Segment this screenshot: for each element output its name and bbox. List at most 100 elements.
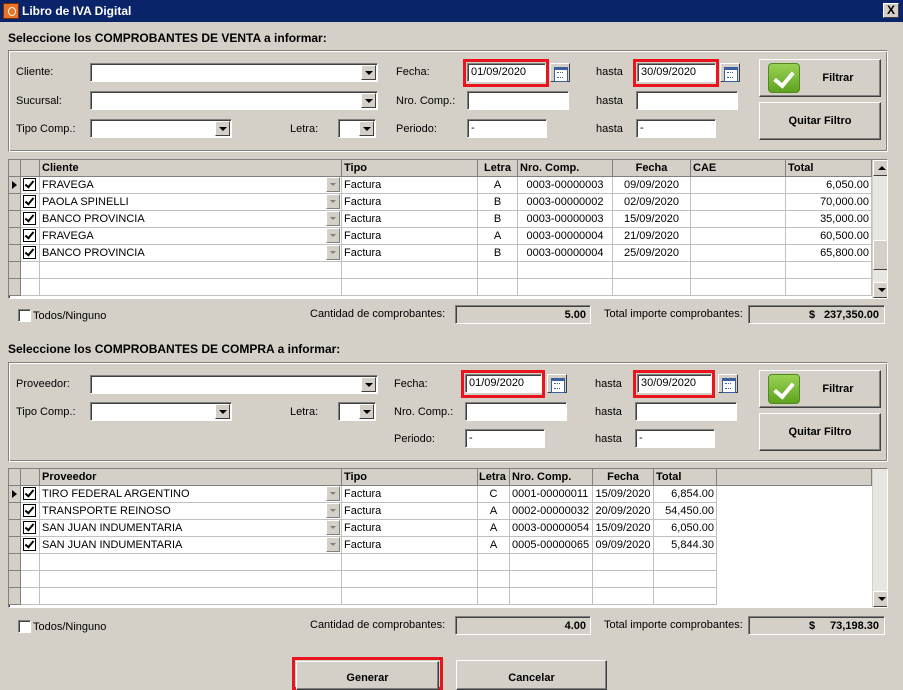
cell-cae[interactable] (691, 228, 786, 245)
row-checkbox[interactable] (23, 212, 36, 225)
chevron-down-icon[interactable] (326, 194, 340, 209)
cell-proveedor[interactable]: SAN JUAN INDUMENTARIA (40, 520, 342, 537)
cell-nro-comp[interactable]: 0003-00000004 (518, 228, 613, 245)
cell-tipo[interactable]: Factura (342, 228, 478, 245)
periodo-to-input[interactable]: - (636, 119, 716, 138)
cell-total[interactable] (654, 571, 717, 588)
calendar-icon[interactable] (547, 374, 567, 393)
row-checkbox[interactable] (23, 521, 36, 534)
compra-todos-label[interactable]: Todos/Ninguno (33, 621, 106, 633)
col-header-tipo[interactable]: Tipo (342, 469, 478, 486)
chevron-down-icon[interactable] (326, 503, 340, 518)
chevron-down-icon[interactable] (326, 486, 340, 501)
cell-letra[interactable] (478, 279, 518, 296)
compra-tipo-comp-combo[interactable] (90, 402, 232, 421)
check-cell[interactable] (21, 503, 40, 520)
col-header-fecha[interactable]: Fecha (613, 160, 691, 177)
calendar-icon[interactable] (550, 63, 570, 82)
cell-letra[interactable] (478, 571, 510, 588)
col-header-tipo[interactable]: Tipo (342, 160, 478, 177)
compra-quitar-filtro-button[interactable]: Quitar Filtro (759, 413, 881, 451)
chevron-down-icon[interactable] (359, 121, 374, 136)
calendar-icon[interactable] (718, 374, 738, 393)
cell-cliente[interactable]: PAOLA SPINELLI (40, 194, 342, 211)
cell-letra[interactable] (478, 262, 518, 279)
compra-periodo-from-input[interactable]: - (465, 429, 545, 448)
chevron-down-icon[interactable] (326, 245, 340, 260)
col-header-nro-comp[interactable]: Nro. Comp. (510, 469, 593, 486)
cell-nro-comp[interactable]: 0003-00000003 (518, 177, 613, 194)
cell-tipo[interactable]: Factura (342, 503, 478, 520)
cell-total[interactable]: 35,000.00 (786, 211, 872, 228)
cell-letra[interactable] (478, 554, 510, 571)
cell-total[interactable] (654, 554, 717, 571)
cell-fecha[interactable] (613, 279, 691, 296)
cell-tipo[interactable]: Factura (342, 194, 478, 211)
cell-cliente[interactable]: BANCO PROVINCIA (40, 211, 342, 228)
cell-nro-comp[interactable]: 0005-00000065 (510, 537, 593, 554)
cell-cae[interactable] (691, 279, 786, 296)
nro-comp-from-input[interactable] (467, 91, 569, 110)
cell-cliente[interactable] (40, 279, 342, 296)
cell-proveedor[interactable] (40, 588, 342, 605)
cell-fecha[interactable]: 09/09/2020 (593, 537, 654, 554)
cell-fecha[interactable] (593, 588, 654, 605)
check-cell[interactable] (21, 554, 40, 571)
cell-fecha[interactable] (593, 554, 654, 571)
cell-fecha[interactable]: 21/09/2020 (613, 228, 691, 245)
cell-cliente[interactable]: BANCO PROVINCIA (40, 245, 342, 262)
quitar-filtro-button[interactable]: Quitar Filtro (759, 102, 881, 140)
cell-fecha[interactable]: 15/09/2020 (593, 486, 654, 503)
col-header-letra[interactable]: Letra (478, 469, 510, 486)
cell-tipo[interactable] (342, 279, 478, 296)
check-cell[interactable] (21, 228, 40, 245)
cell-cae[interactable] (691, 194, 786, 211)
cancelar-button[interactable]: Cancelar (456, 660, 607, 690)
cell-total[interactable]: 6,050.00 (654, 520, 717, 537)
col-header-cliente[interactable]: Cliente (40, 160, 342, 177)
cell-fecha[interactable] (613, 262, 691, 279)
cell-total[interactable]: 6,050.00 (786, 177, 872, 194)
chevron-down-icon[interactable] (326, 211, 340, 226)
cell-nro-comp[interactable]: 0002-00000032 (510, 503, 593, 520)
col-header-letra[interactable]: Letra (478, 160, 518, 177)
cliente-combo[interactable] (90, 63, 378, 82)
cell-nro-comp[interactable] (518, 279, 613, 296)
cell-nro-comp[interactable] (510, 588, 593, 605)
cell-tipo[interactable]: Factura (342, 245, 478, 262)
compra-fecha-to-input[interactable]: 30/09/2020 (637, 374, 712, 393)
venta-grid[interactable]: Cliente Tipo Letra Nro. Comp. Fecha CAE … (8, 159, 888, 299)
cell-nro-comp[interactable]: 0003-00000002 (518, 194, 613, 211)
chevron-down-icon[interactable] (361, 93, 376, 108)
calendar-icon[interactable] (720, 63, 740, 82)
chevron-down-icon[interactable] (215, 121, 230, 136)
sucursal-combo[interactable] (90, 91, 378, 110)
cell-total[interactable] (786, 262, 872, 279)
cell-proveedor[interactable] (40, 554, 342, 571)
row-checkbox[interactable] (23, 538, 36, 551)
cell-fecha[interactable] (593, 571, 654, 588)
chevron-down-icon[interactable] (326, 520, 340, 535)
cell-letra[interactable]: B (478, 211, 518, 228)
check-cell[interactable] (21, 588, 40, 605)
cell-total[interactable] (786, 279, 872, 296)
venta-todos-label[interactable]: Todos/Ninguno (33, 310, 106, 322)
row-checkbox[interactable] (23, 229, 36, 242)
compra-letra-combo[interactable] (338, 402, 376, 421)
check-cell[interactable] (21, 279, 40, 296)
cell-nro-comp[interactable]: 0003-00000003 (518, 211, 613, 228)
scroll-down-icon[interactable] (873, 282, 887, 298)
scroll-down-icon[interactable] (873, 591, 887, 607)
cell-tipo[interactable]: Factura (342, 486, 478, 503)
cell-proveedor[interactable]: TRANSPORTE REINOSO (40, 503, 342, 520)
chevron-down-icon[interactable] (361, 65, 376, 80)
letra-combo[interactable] (338, 119, 376, 138)
compra-periodo-to-input[interactable]: - (635, 429, 715, 448)
compra-nro-comp-from-input[interactable] (465, 402, 567, 421)
cell-tipo[interactable]: Factura (342, 177, 478, 194)
check-cell[interactable] (21, 520, 40, 537)
col-header-cae[interactable]: CAE (691, 160, 786, 177)
row-checkbox[interactable] (23, 246, 36, 259)
check-cell[interactable] (21, 211, 40, 228)
cell-letra[interactable]: A (478, 537, 510, 554)
